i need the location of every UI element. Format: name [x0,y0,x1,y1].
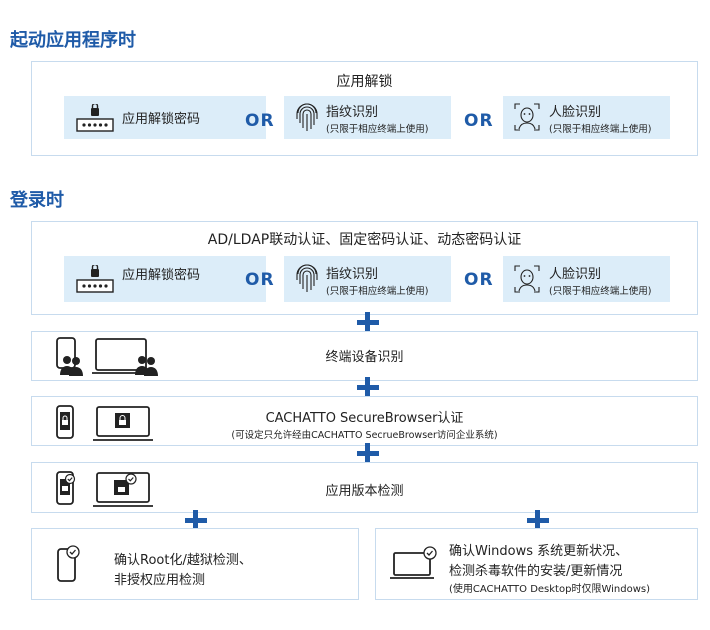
device-identification-row: 终端设备识别 [31,331,698,381]
face-recognition-icon [514,265,540,293]
fingerprint-icon [296,264,318,292]
or-label: OR [245,270,275,290]
phone-check-icon [57,545,80,582]
secure-browser-row: CACHATTO SecureBrowser认证 (可设定只允许经由CACHAT… [31,396,698,446]
or-label: OR [464,270,494,290]
root-check-line2: 非授权应用检测 [114,573,206,588]
face-label: 人脸识别 [549,267,602,282]
fingerprint-note: (只限于相应终端上使用) [326,124,429,135]
windows-check-line2: 检测杀毒软件的安装/更新情况 [449,564,623,579]
laptop-check-icon [390,546,437,579]
app-version-row: 应用版本检测 [31,462,698,513]
login-auth-title: AD/LDAP联动认证、固定密码认证、动态密码认证 [207,232,522,248]
face-chip: 人脸识别 (只限于相应终端上使用) [503,256,670,302]
login-auth-panel: AD/LDAP联动认证、固定密码认证、动态密码认证 应用解锁密码 OR 指纹识别… [31,221,698,315]
fingerprint-icon [296,103,318,131]
fingerprint-chip: 指纹识别 (只限于相应终端上使用) [284,256,451,302]
windows-update-check-box: 确认Windows 系统更新状况、 检测杀毒软件的安装/更新情况 (使用CACH… [375,528,698,600]
app-unlock-panel: 应用解锁 应用解锁密码 OR 指纹识别 (只限于相应终端上使用) OR 人脸识别… [31,61,698,156]
fingerprint-chip: 指纹识别 (只限于相应终端上使用) [284,96,451,139]
face-note: (只限于相应终端上使用) [549,286,652,297]
password-chip: 应用解锁密码 [64,96,266,139]
root-jailbreak-check-box: 确认Root化/越狱检测、 非授权应用检测 [31,528,359,600]
password-icon [76,265,114,293]
section1-heading: 起动应用程序时 [10,30,136,51]
device-identification-label: 终端设备识别 [325,350,404,365]
face-note: (只限于相应终端上使用) [549,124,652,135]
password-icon [76,104,114,132]
fingerprint-label: 指纹识别 [326,267,379,282]
fingerprint-label: 指纹识别 [326,105,379,120]
secure-browser-note: (可设定只允许经由CACHATTO SecrueBrowser访问企业系统) [231,430,498,441]
face-recognition-icon [514,103,540,131]
face-label: 人脸识别 [549,105,602,120]
app-unlock-title: 应用解锁 [336,74,393,90]
fingerprint-note: (只限于相应终端上使用) [326,286,429,297]
windows-check-line3: (使用CACHATTO Desktop时仅限Windows) [449,584,650,595]
app-version-label: 应用版本检测 [325,484,404,499]
password-label: 应用解锁密码 [122,112,201,127]
section2-heading: 登录时 [10,190,64,211]
password-chip: 应用解锁密码 [64,256,266,302]
or-label: OR [464,111,494,131]
face-chip: 人脸识别 (只限于相应终端上使用) [503,96,670,139]
secure-browser-label: CACHATTO SecureBrowser认证 [265,411,464,426]
windows-check-line1: 确认Windows 系统更新状况、 [449,544,629,559]
root-check-line1: 确认Root化/越狱检测、 [114,553,252,568]
password-label: 应用解锁密码 [122,268,201,283]
or-label: OR [245,111,275,131]
